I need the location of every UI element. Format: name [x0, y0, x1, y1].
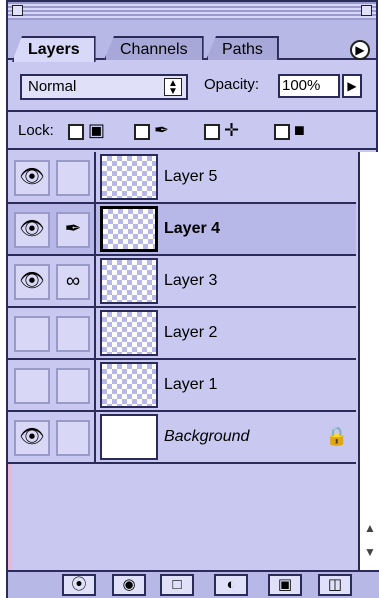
layer-name: Layer 3: [164, 272, 218, 289]
close-box-icon[interactable]: [12, 5, 23, 16]
column-divider: [94, 152, 96, 204]
layer-thumbnail: [100, 258, 158, 304]
lock-label: Lock:: [18, 122, 54, 139]
opacity-label: Opacity:: [204, 76, 260, 93]
blend-mode-select[interactable]: Normal ▲ ▼: [20, 74, 188, 100]
tab-row: Layers Channels Paths ▶: [8, 20, 376, 62]
lock-all-checkbox[interactable]: [274, 124, 290, 140]
lock-transparency-checkbox[interactable]: [68, 124, 84, 140]
eye-icon[interactable]: 👁: [14, 212, 50, 248]
opacity-input[interactable]: 100%: [278, 74, 340, 98]
visibility-slot[interactable]: [14, 316, 50, 352]
layer-row-layer-1[interactable]: Layer 1: [8, 360, 356, 412]
adjustment-layer-icon[interactable]: ◐: [214, 574, 248, 596]
link-slot[interactable]: [56, 368, 90, 404]
up-down-arrows-icon: ▲ ▼: [164, 78, 182, 97]
folder-icon[interactable]: □: [160, 574, 194, 596]
layers-panel: Layers Channels Paths ▶ Normal ▲ ▼ Opacit…: [6, 0, 379, 598]
blend-mode-value: Normal: [28, 78, 77, 95]
brush-icon[interactable]: ✒: [56, 212, 90, 248]
scroll-up-icon[interactable]: ▲: [362, 520, 378, 536]
layer-thumbnail: [100, 310, 158, 356]
zoom-box-icon[interactable]: [361, 5, 372, 16]
layer-thumbnail: [100, 362, 158, 408]
mask-icon[interactable]: ◉: [112, 574, 146, 596]
column-divider: [94, 256, 96, 308]
layer-style-icon[interactable]: ⦿: [62, 574, 96, 596]
panel-titlebar[interactable]: [8, 2, 376, 20]
column-divider: [94, 308, 96, 360]
layer-row-layer-2[interactable]: Layer 2: [8, 308, 356, 360]
layer-thumbnail: [100, 154, 158, 200]
transparency-icon: ▣: [88, 120, 106, 140]
column-divider: [94, 412, 96, 464]
move-icon: ✛: [224, 120, 240, 140]
layer-row-layer-3[interactable]: 👁 ∞ Layer 3: [8, 256, 356, 308]
column-divider: [94, 360, 96, 412]
tab-paths[interactable]: Paths: [206, 36, 279, 60]
eye-icon[interactable]: 👁: [14, 160, 50, 196]
padlock-icon: ■: [294, 120, 305, 140]
layer-name: Layer 4: [164, 220, 221, 237]
layers-scrollbar[interactable]: ▲ ▼: [358, 152, 379, 572]
eye-icon[interactable]: 👁: [14, 264, 50, 300]
link-slot[interactable]: [56, 160, 90, 196]
bottom-toolbar: ⦿ ◉ □ ◐ ▣ ◫: [8, 570, 379, 598]
tab-layers[interactable]: Layers: [12, 36, 96, 62]
eye-icon[interactable]: 👁: [14, 420, 50, 456]
layer-name: Layer 2: [164, 324, 218, 341]
trash-icon[interactable]: ◫: [318, 574, 352, 596]
new-layer-icon[interactable]: ▣: [268, 574, 302, 596]
panel-menu-button[interactable]: ▶: [350, 40, 370, 60]
visibility-slot[interactable]: [14, 368, 50, 404]
layer-row-background[interactable]: 👁 Background 🔒: [8, 412, 356, 464]
tab-channels[interactable]: Channels: [104, 36, 204, 60]
lock-row: Lock: ▣ ✒ ✛ ■: [8, 110, 376, 150]
lock-position-checkbox[interactable]: [204, 124, 220, 140]
link-slot[interactable]: [56, 420, 90, 456]
opacity-slider-arrow-icon[interactable]: ▶: [342, 74, 362, 98]
layer-row-layer-4[interactable]: 👁 ✒ Layer 4: [8, 204, 356, 256]
layer-name: Layer 5: [164, 168, 218, 185]
layer-name: Background: [164, 428, 250, 445]
layer-row-layer-5[interactable]: 👁 Layer 5: [8, 152, 356, 204]
layer-thumbnail: [100, 414, 158, 460]
layer-thumbnail: [100, 206, 158, 252]
column-divider: [94, 204, 96, 256]
layer-name: Layer 1: [164, 376, 218, 393]
layers-list: 👁 Layer 5 👁 ✒ Layer 4 👁 ∞ Layer 3 Layer: [8, 152, 356, 512]
padlock-icon: 🔒: [325, 426, 348, 446]
scroll-down-icon[interactable]: ▼: [362, 544, 378, 560]
chain-link-icon[interactable]: ∞: [56, 264, 90, 300]
brush-icon: ✒: [154, 120, 170, 140]
link-slot[interactable]: [56, 316, 90, 352]
lock-image-checkbox[interactable]: [134, 124, 150, 140]
